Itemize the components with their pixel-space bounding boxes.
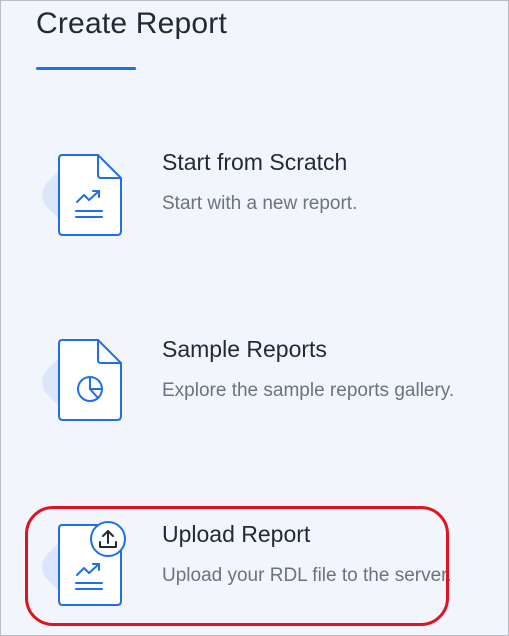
title-underline [36,67,136,70]
start-from-scratch-title: Start from Scratch [162,149,348,175]
page-title: Create Report [36,7,228,40]
start-from-scratch-option[interactable]: Start from Scratch Start with a new repo… [36,149,456,259]
sample-reports-description: Explore the sample reports gallery. [162,380,455,401]
start-from-scratch-description: Start with a new report. [162,193,358,214]
new-report-icon [36,149,136,249]
sample-reports-icon [36,336,136,436]
sample-reports-option[interactable]: Sample Reports Explore the sample report… [36,336,456,446]
create-report-panel: Create Report Start from Scratch Start w… [0,0,509,636]
highlight-outline [25,506,449,626]
sample-reports-title: Sample Reports [162,336,327,362]
